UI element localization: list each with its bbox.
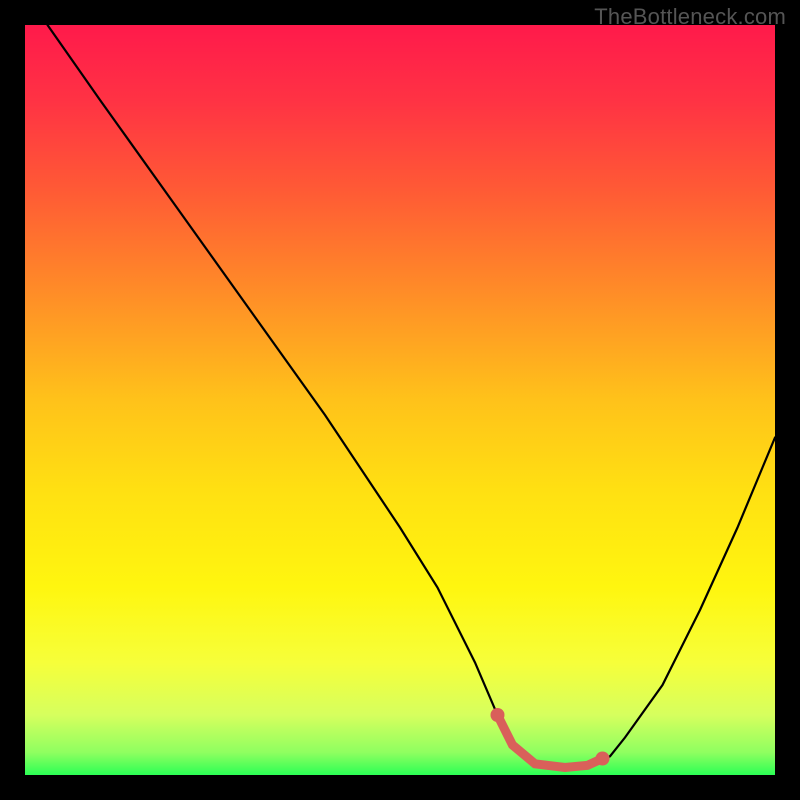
bottleneck-chart (25, 25, 775, 775)
marker-dot (491, 708, 505, 722)
heatmap-background (25, 25, 775, 775)
marker-dot (596, 752, 610, 766)
chart-frame: TheBottleneck.com (0, 0, 800, 800)
watermark-text: TheBottleneck.com (594, 4, 786, 30)
